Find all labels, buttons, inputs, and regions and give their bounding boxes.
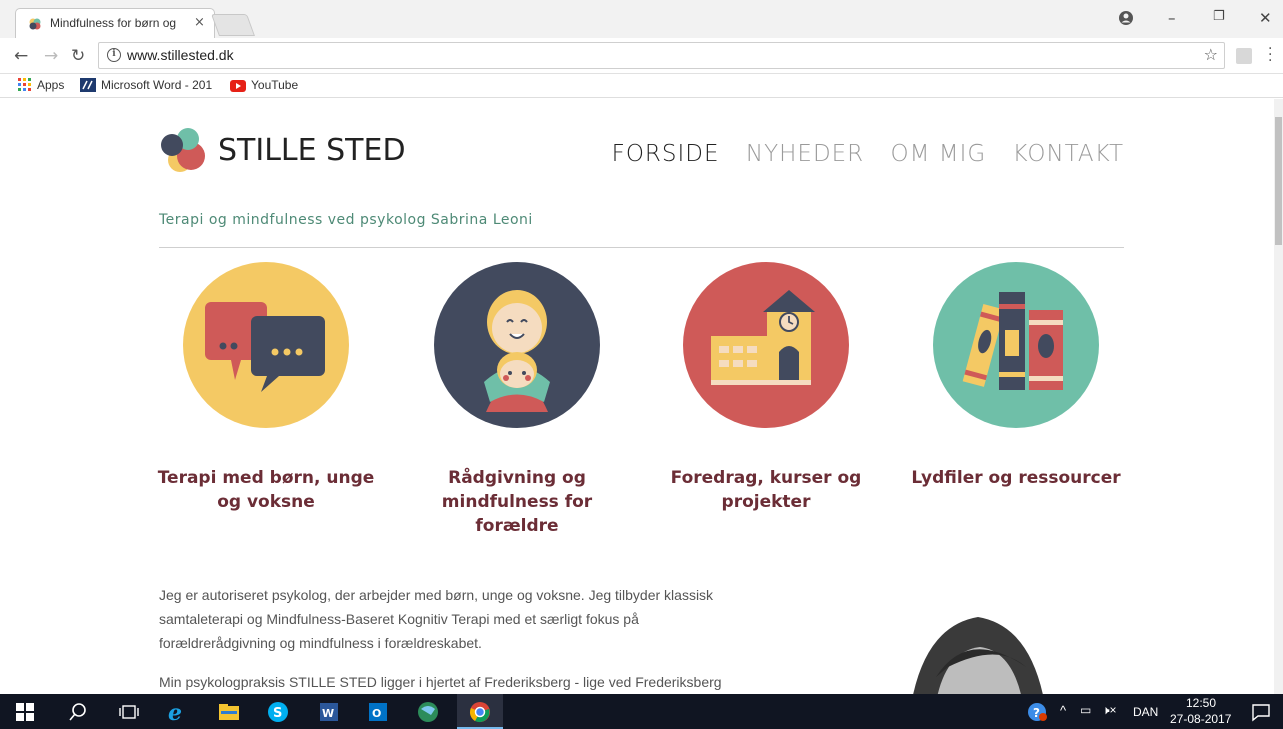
logo-text: STILLE STED	[218, 133, 406, 168]
address-bar[interactable]: i www.stillested.dk ☆	[98, 42, 1225, 69]
internet-explorer-icon[interactable]: e	[166, 701, 188, 723]
site-info-icon[interactable]: i	[107, 48, 121, 62]
card-title[interactable]: Rådgivning og mindfulness for forældre	[402, 466, 632, 538]
profile-icon[interactable]	[1118, 10, 1134, 26]
bookmark-youtube[interactable]: YouTube	[230, 78, 298, 92]
browser-tab[interactable]: Mindfulness for børn og ×	[15, 8, 215, 38]
restore-button[interactable]: ❐	[1213, 9, 1225, 24]
input-language[interactable]: DAN	[1133, 705, 1158, 719]
bookmark-star-icon[interactable]: ☆	[1204, 45, 1218, 64]
clock-date[interactable]: 27-08-2017	[1170, 712, 1231, 726]
chrome-taskbar-button[interactable]	[457, 694, 503, 729]
browser-toolbar: ← → ↻ i www.stillested.dk ☆ · · ·	[0, 38, 1283, 74]
tray-chevron-icon[interactable]: ^	[1060, 703, 1066, 718]
browser-titlebar: Mindfulness for børn og × – ❐ ✕	[0, 0, 1283, 38]
apps-grid-icon	[18, 78, 31, 91]
windows-taskbar: e S W O ? ^ ▭ 🕨× DAN 12:50 27-08-2017	[0, 694, 1283, 729]
skype-icon[interactable]: S	[267, 701, 289, 723]
svg-text:S: S	[273, 706, 282, 721]
nav-om-mig[interactable]: OM MIG	[890, 141, 986, 167]
svg-text:W: W	[322, 707, 334, 720]
globe-app-icon[interactable]	[417, 701, 439, 723]
psychologist-portrait	[908, 607, 1068, 694]
school-building-icon	[683, 262, 849, 428]
close-window-button[interactable]: ✕	[1259, 9, 1272, 27]
parent-child-icon	[434, 262, 600, 428]
page-scrollbar[interactable]	[1274, 99, 1283, 694]
url-text: www.stillested.dk	[127, 47, 234, 63]
forward-button[interactable]: →	[44, 46, 58, 66]
help-icon[interactable]: ?	[1027, 701, 1049, 723]
battery-icon[interactable]: ▭	[1080, 703, 1091, 717]
clock-time[interactable]: 12:50	[1186, 696, 1216, 710]
card-lydfiler[interactable]: Lydfiler og ressourcer	[901, 262, 1131, 552]
intro-paragraph: Jeg er autoriseret psykolog, der arbejde…	[159, 587, 714, 651]
nav-forside[interactable]: FORSIDE	[612, 141, 720, 167]
minimize-button[interactable]: –	[1168, 9, 1176, 27]
back-button[interactable]: ←	[14, 46, 28, 66]
bookmark-apps[interactable]: Apps	[18, 78, 64, 92]
browser-menu-icon[interactable]: · · ·	[1268, 42, 1272, 68]
card-title[interactable]: Terapi med børn, unge og voksne	[151, 466, 381, 514]
bookmark-label: YouTube	[251, 78, 299, 92]
card-title[interactable]: Foredrag, kurser og projekter	[651, 466, 881, 514]
pdf-extension-icon[interactable]	[1236, 48, 1252, 64]
nav-kontakt[interactable]: KONTAKT	[1013, 141, 1124, 167]
site-favicon-icon	[29, 18, 41, 30]
card-title[interactable]: Lydfiler og ressourcer	[901, 466, 1131, 490]
bookmarks-bar: Apps Microsoft Word - 201 YouTube	[0, 74, 1283, 98]
svg-text:?: ?	[1033, 706, 1040, 720]
word-doc-icon	[80, 78, 96, 92]
word-icon[interactable]: W	[318, 701, 340, 723]
logo-circles-icon	[161, 128, 205, 172]
bookmark-label: Apps	[37, 78, 65, 92]
main-nav: FORSIDE NYHEDER OM MIG KONTAKT	[594, 141, 1124, 167]
search-icon[interactable]	[67, 701, 89, 723]
site-logo[interactable]: STILLE STED	[158, 123, 418, 179]
web-page: STILLE STED FORSIDE NYHEDER OM MIG KONTA…	[0, 99, 1274, 694]
bookmark-label: Microsoft Word - 201	[101, 78, 213, 92]
volume-muted-icon[interactable]: 🕨×	[1102, 703, 1117, 718]
books-icon	[933, 262, 1099, 428]
tab-title: Mindfulness for børn og	[50, 16, 177, 30]
windows-start-icon[interactable]	[16, 703, 34, 721]
chrome-icon	[470, 702, 490, 723]
task-view-icon[interactable]	[118, 701, 140, 723]
card-raadgivning[interactable]: Rådgivning og mindfulness for forældre	[402, 262, 632, 552]
site-tagline: Terapi og mindfulness ved psykolog Sabri…	[159, 212, 533, 228]
bookmark-microsoft-word[interactable]: Microsoft Word - 201	[80, 78, 212, 92]
intro-paragraph: Min psykologpraksis STILLE STED ligger i…	[159, 674, 722, 690]
speech-bubbles-icon	[183, 262, 349, 428]
file-explorer-icon[interactable]	[218, 701, 240, 723]
svg-text:O: O	[372, 707, 381, 720]
svg-text:e: e	[168, 701, 182, 723]
scrollbar-thumb[interactable]	[1275, 117, 1282, 245]
card-foredrag[interactable]: Foredrag, kurser og projekter	[651, 262, 881, 552]
intro-text: Jeg er autoriseret psykolog, der arbejde…	[159, 583, 759, 694]
reload-button[interactable]: ↻	[71, 46, 85, 66]
header-divider	[159, 247, 1124, 248]
tab-close-icon[interactable]: ×	[194, 15, 205, 30]
youtube-icon	[230, 80, 246, 92]
outlook-icon[interactable]: O	[367, 701, 389, 723]
notifications-icon[interactable]	[1250, 701, 1272, 723]
nav-nyheder[interactable]: NYHEDER	[746, 141, 864, 167]
new-tab-button[interactable]	[210, 14, 256, 36]
card-terapi[interactable]: Terapi med børn, unge og voksne	[151, 262, 381, 552]
